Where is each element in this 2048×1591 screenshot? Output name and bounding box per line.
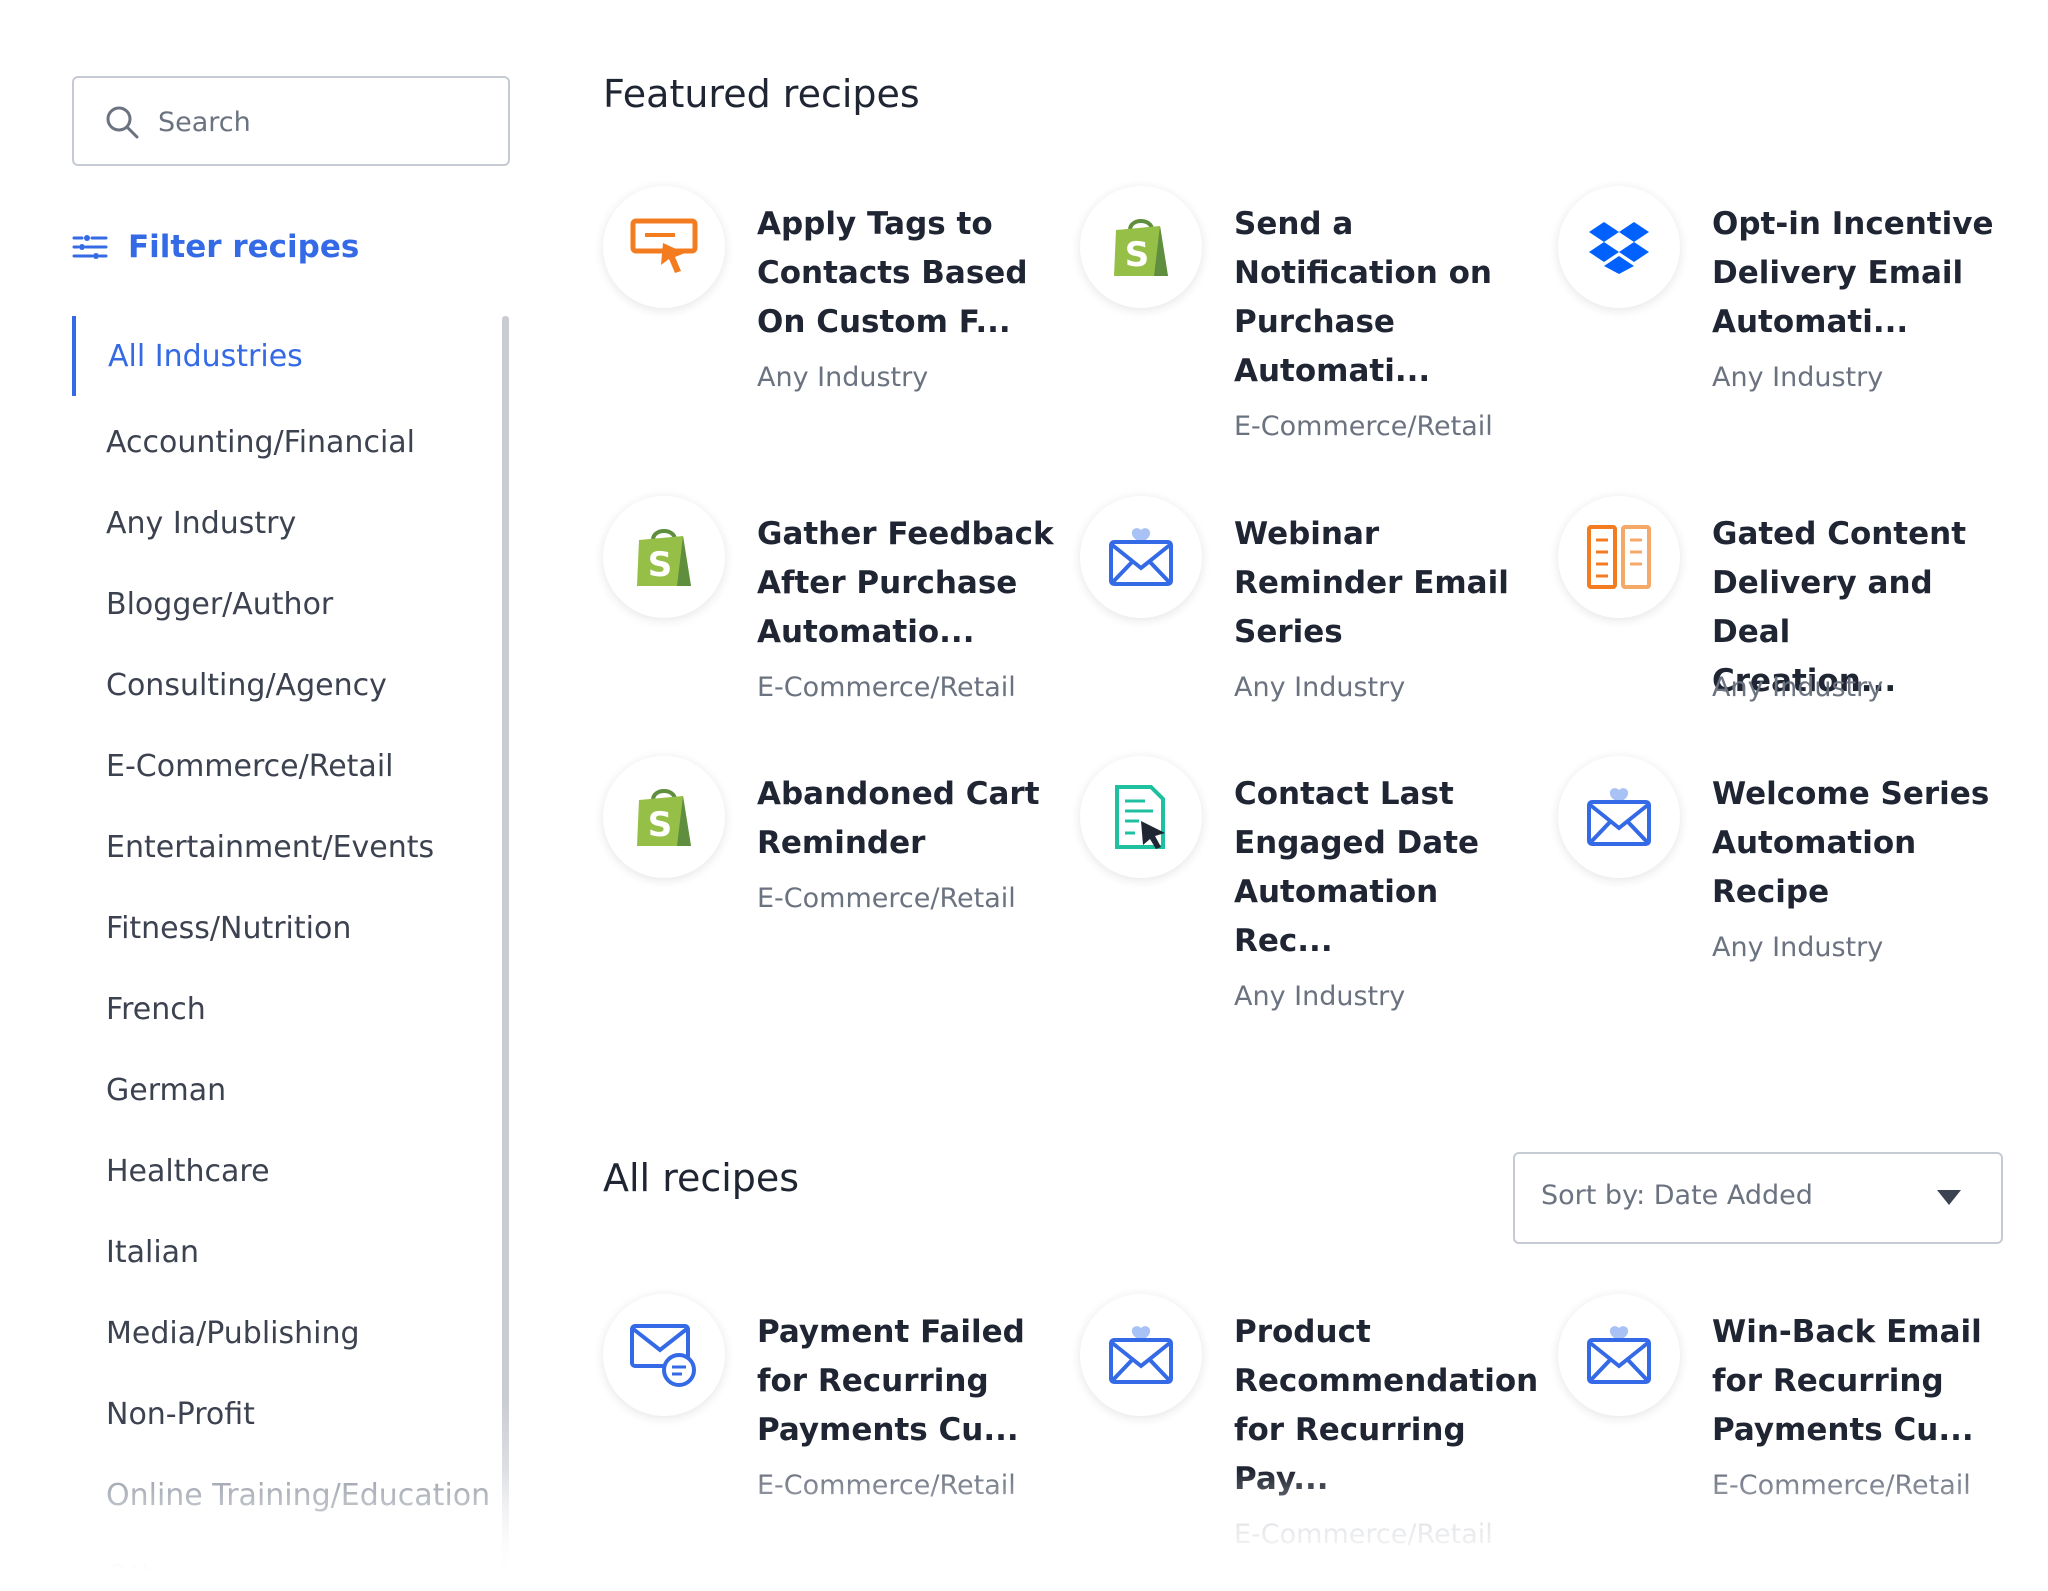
recipe-industry: E-Commerce/Retail <box>1234 411 1493 442</box>
industry-item-blogger[interactable]: Blogger/Author <box>72 574 492 634</box>
recipe-title: Payment Failed for Recurring Payments Cu… <box>757 1314 1025 1448</box>
search-box[interactable] <box>72 76 510 166</box>
industry-item-french[interactable]: French <box>72 979 492 1039</box>
sort-dropdown[interactable]: Sort by: Date Added <box>1513 1152 2003 1244</box>
industry-item-accounting[interactable]: Accounting/Financial <box>72 412 492 472</box>
document-pointer-icon <box>1080 756 1202 878</box>
recipe-title: Win-Back Email for Recurring Payments Cu… <box>1712 1314 1982 1448</box>
shopify-icon: S <box>603 496 725 618</box>
featured-recipes-heading: Featured recipes <box>603 72 920 116</box>
email-heart-icon <box>1558 1294 1680 1416</box>
email-heart-icon <box>1080 496 1202 618</box>
recipe-industry: E-Commerce/Retail <box>1234 1519 1493 1550</box>
search-icon <box>106 106 139 139</box>
sliders-icon <box>72 235 108 259</box>
recipe-title: Contact Last Engaged Date Automation Rec… <box>1234 776 1480 959</box>
email-heart-icon <box>1080 1294 1202 1416</box>
recipe-title: Product Recommendation for Recurring Pay… <box>1234 1314 1539 1497</box>
recipe-industry: E-Commerce/Retail <box>1712 1470 1971 1501</box>
recipe-industry: Any Industry <box>1234 672 1406 703</box>
industry-list-scrollbar[interactable] <box>502 316 509 1591</box>
industry-item-fitness[interactable]: Fitness/Nutrition <box>72 898 492 958</box>
industry-item-healthcare[interactable]: Healthcare <box>72 1141 492 1201</box>
document-columns-icon <box>1558 496 1680 618</box>
filter-recipes-button[interactable]: Filter recipes <box>72 222 359 272</box>
tag-pointer-icon <box>603 186 725 308</box>
industry-item-german[interactable]: German <box>72 1060 492 1120</box>
sidebar: Filter recipes All Industries Accounting… <box>72 76 512 1591</box>
all-recipes-heading: All recipes <box>603 1156 800 1200</box>
recipe-title: Opt-in Incentive Delivery Email Automati… <box>1712 206 1994 340</box>
industry-item-other[interactable]: Other <box>72 1546 492 1591</box>
recipe-title: Webinar Reminder Email Series <box>1234 516 1509 650</box>
recipe-title: Gather Feedback After Purchase Automatio… <box>757 516 1054 650</box>
recipe-industry: E-Commerce/Retail <box>757 672 1016 703</box>
industry-item-ecommerce[interactable]: E-Commerce/Retail <box>72 736 492 796</box>
industry-item-media[interactable]: Media/Publishing <box>72 1303 492 1363</box>
industry-item-nonprofit[interactable]: Non-Profit <box>72 1384 492 1444</box>
industry-item-all[interactable]: All Industries <box>72 316 492 396</box>
recipe-industry: Any Industry <box>1712 362 1884 393</box>
sort-dropdown-label: Sort by: Date Added <box>1541 1180 1813 1211</box>
industry-item-online-training[interactable]: Online Training/Education <box>72 1465 492 1525</box>
email-heart-icon <box>1558 756 1680 878</box>
dropbox-icon <box>1558 186 1680 308</box>
recipe-title: Welcome Series Automation Recipe <box>1712 776 1990 910</box>
email-chat-icon <box>603 1294 725 1416</box>
shopify-icon: S <box>1080 186 1202 308</box>
recipe-title: Abandoned Cart Reminder <box>757 776 1040 861</box>
industry-list: All Industries Accounting/Financial Any … <box>72 316 508 1591</box>
filter-recipes-label: Filter recipes <box>128 229 360 265</box>
recipe-industry: Any Industry <box>757 362 929 393</box>
svg-text:S: S <box>1125 235 1150 275</box>
recipe-industry: Any Industry <box>1234 981 1406 1012</box>
shopify-icon: S <box>603 756 725 878</box>
recipe-title: Send a Notification on Purchase Automati… <box>1234 206 1492 389</box>
caret-down-icon <box>1937 1190 1961 1205</box>
recipe-industry: E-Commerce/Retail <box>757 883 1016 914</box>
recipe-title: Apply Tags to Contacts Based On Custom F… <box>757 206 1028 340</box>
industry-item-any[interactable]: Any Industry <box>72 493 492 553</box>
recipe-industry: Any Industry <box>1712 672 1884 703</box>
recipe-industry: Any Industry <box>1712 932 1884 963</box>
industry-item-consulting[interactable]: Consulting/Agency <box>72 655 492 715</box>
industry-item-entertainment[interactable]: Entertainment/Events <box>72 817 492 877</box>
svg-text:S: S <box>648 545 673 585</box>
recipe-industry: E-Commerce/Retail <box>757 1470 1016 1501</box>
industry-item-italian[interactable]: Italian <box>72 1222 492 1282</box>
search-input[interactable] <box>156 96 490 148</box>
svg-text:S: S <box>648 805 673 845</box>
